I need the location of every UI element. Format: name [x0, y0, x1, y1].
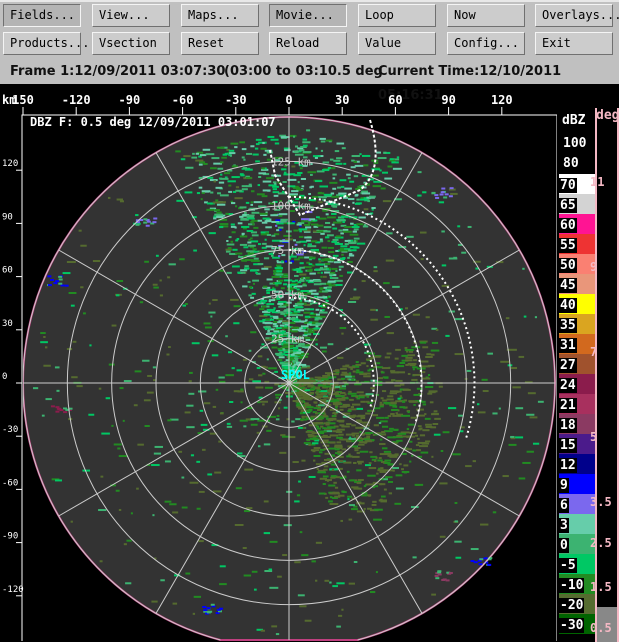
range-ring-label: 50 km — [271, 288, 304, 301]
scale-cell: 60 — [559, 214, 595, 234]
field-title: DBZ F: 0.5 deg 12/09/2011 03:01:07 — [30, 115, 276, 129]
deg-label: 7 — [590, 345, 598, 359]
config-button[interactable]: Config... — [447, 32, 525, 55]
scale-label: 35 — [559, 318, 577, 333]
scale-label: -30 — [559, 618, 585, 633]
radar-name: SPOL — [281, 368, 310, 382]
y-tick-label: 90 — [2, 212, 13, 222]
maps-button[interactable]: Maps... — [181, 4, 259, 27]
deg-label: 2.5 — [590, 536, 612, 550]
x-tick-label: 30 — [335, 93, 349, 107]
loop-button[interactable]: Loop — [358, 4, 436, 27]
y-tick-label: 60 — [2, 266, 13, 276]
view-button[interactable]: View... — [92, 4, 170, 27]
y-tick-label: -90 — [2, 532, 18, 542]
scale-label: -10 — [559, 578, 585, 593]
range-ring-label: 125 km — [271, 155, 311, 168]
frame-time: Frame 1:12/09/2011 03:07:30 — [10, 64, 226, 79]
now-button[interactable]: Now — [447, 4, 525, 27]
x-tick-label: -60 — [172, 93, 194, 107]
radar-display[interactable]: 150 -120 -90 -60 -30 0 30 60 90 120km1209060300-3… — [0, 84, 557, 642]
scale-cell: 24 — [559, 374, 595, 394]
deg-label: 11 — [590, 175, 605, 189]
y-tick-label: 30 — [2, 319, 13, 329]
scale-cell: -5 — [559, 554, 595, 574]
deg-label: 5 — [590, 430, 598, 444]
x-tick-label: 90 — [441, 93, 455, 107]
reload-button[interactable]: Reload — [269, 32, 347, 55]
y-tick-label: 0 — [2, 372, 7, 382]
scale-cell: 40 — [559, 294, 595, 314]
scale-label: 3 — [559, 518, 569, 533]
x-tick-label: -120 — [62, 93, 91, 107]
status-bar: Frame 1:12/09/2011 03:07:30 (03:00 to 03… — [0, 60, 619, 103]
toolbar: Fields... View... Maps... Movie... Loop Now Ov… — [0, 0, 619, 60]
scale-cell: -20 — [559, 594, 595, 614]
scale-label: 24 — [559, 378, 577, 393]
deg-label: 0.5 — [590, 621, 612, 635]
km-label: km — [2, 93, 16, 107]
x-tick-label: 120 — [491, 93, 513, 107]
value-button[interactable]: Value — [358, 32, 436, 55]
y-tick-label: 120 — [2, 159, 18, 169]
deg-unit: deg — [596, 108, 619, 123]
scale-label: -20 — [559, 598, 585, 613]
scale-label: 15 — [559, 438, 577, 453]
range-ring-label: 100 km — [271, 200, 311, 213]
scale-label: 12 — [559, 458, 577, 473]
scale-label: 60 — [559, 218, 577, 233]
scale-label: 9 — [559, 478, 569, 493]
scale-label: 45 — [559, 278, 577, 293]
scale-label: 65 — [559, 198, 577, 213]
y-tick-label: -60 — [2, 478, 18, 488]
scale-label: 31 — [559, 338, 577, 353]
scale-cell: 65 — [559, 194, 595, 214]
x-tick-label: -30 — [225, 93, 247, 107]
x-tick-label: 0 — [285, 93, 292, 107]
scale-cell: 12 — [559, 454, 595, 474]
y-tick-label: -120 — [2, 585, 24, 595]
x-tick-label: -90 — [119, 93, 141, 107]
scale-cell: 45 — [559, 274, 595, 294]
scale-label: -5 — [559, 558, 577, 573]
y-tick-label: -30 — [2, 425, 18, 435]
deg-label: 3.5 — [590, 495, 612, 509]
vsection-button[interactable]: Vsection — [92, 32, 170, 55]
reset-button[interactable]: Reset — [181, 32, 259, 55]
scale-label: 6 — [559, 498, 569, 513]
overlays-button[interactable]: Overlays... — [535, 4, 619, 27]
scale-cell: 3 — [559, 514, 595, 534]
range-ring-label: 75 km — [271, 244, 304, 257]
scale-cell: 21 — [559, 394, 595, 414]
range-ring-label: 25 km — [271, 333, 304, 346]
scale-cell: 55 — [559, 234, 595, 254]
x-tick-label: 60 — [388, 93, 402, 107]
scale-label: 21 — [559, 398, 577, 413]
scale-label: 0 — [559, 538, 569, 553]
exit-button[interactable]: Exit — [535, 32, 613, 55]
deg-label: 9 — [590, 260, 598, 274]
scale-cell: 9 — [559, 474, 595, 494]
products-button[interactable]: Products... — [3, 32, 89, 55]
scale-label: 18 — [559, 418, 577, 433]
fields-button[interactable]: Fields... — [3, 4, 81, 27]
frame-range: (03:00 to 03:10.5 deg — [224, 64, 383, 79]
scale-cell: 35 — [559, 314, 595, 334]
scale-label: 55 — [559, 238, 577, 253]
scale-label: 27 — [559, 358, 577, 373]
deg-label: 1.5 — [590, 580, 612, 594]
scale-label: 40 — [559, 298, 577, 313]
scale-label: 70 — [559, 178, 577, 193]
movie-button[interactable]: Movie... — [269, 4, 347, 27]
scale-label: 50 — [559, 258, 577, 273]
